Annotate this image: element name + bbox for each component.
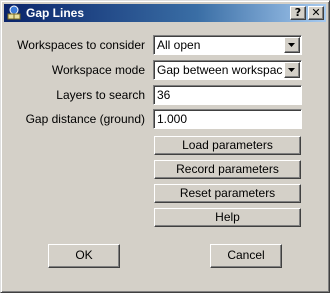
chevron-down-icon[interactable] [284, 37, 300, 53]
load-parameters-button[interactable]: Load parameters [154, 136, 301, 155]
workspace-mode-label: Workspace mode [51, 63, 145, 77]
help-button[interactable]: Help [154, 208, 301, 227]
cancel-button[interactable]: Cancel [210, 244, 282, 268]
close-caption-button[interactable]: ✕ [308, 6, 324, 20]
gap-lines-dialog: Gap Lines ? ✕ Workspaces to consider All… [0, 0, 330, 293]
gap-distance-label: Gap distance (ground) [25, 112, 145, 126]
workspaces-value: All open [157, 38, 201, 52]
reset-parameters-button[interactable]: Reset parameters [154, 184, 301, 203]
window-title: Gap Lines [26, 6, 85, 20]
layers-label: Layers to search [56, 88, 145, 102]
chevron-down-icon[interactable] [284, 62, 300, 78]
gap-distance-input[interactable] [153, 109, 302, 129]
ok-button[interactable]: OK [48, 244, 120, 268]
workspaces-label: Workspaces to consider [17, 38, 145, 52]
layers-input[interactable] [153, 85, 302, 105]
workspaces-select[interactable]: All open [153, 35, 302, 55]
workspace-mode-value: Gap between workspaces [157, 63, 283, 77]
help-caption-button[interactable]: ? [290, 6, 306, 20]
workspace-mode-select[interactable]: Gap between workspaces [153, 60, 302, 80]
title-bar[interactable]: Gap Lines ? ✕ [4, 4, 326, 22]
record-parameters-button[interactable]: Record parameters [154, 160, 301, 179]
app-icon [6, 5, 22, 21]
